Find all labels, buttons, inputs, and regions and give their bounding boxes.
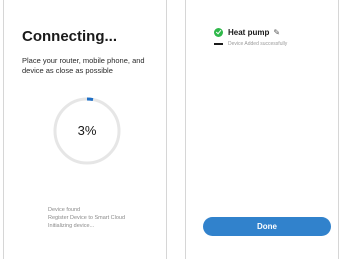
pencil-icon[interactable]: ✎ <box>273 28 280 37</box>
progress-ring: 3% <box>52 96 122 166</box>
dash-icon <box>214 43 223 45</box>
screenshot-root: Connecting... Place your router, mobile … <box>0 0 342 259</box>
device-row: Heat pump ✎ <box>214 28 280 37</box>
instruction-text: Place your router, mobile phone, and dev… <box>22 56 145 75</box>
step-device-found: Device found <box>48 207 81 213</box>
step-initializing: Initializing device... <box>48 223 95 229</box>
device-name: Heat pump <box>228 28 270 37</box>
device-status: Device Added successfully <box>228 41 288 47</box>
page-title: Connecting... <box>22 28 117 45</box>
done-screen: Heat pump ✎ Device Added successfully Do… <box>185 0 339 259</box>
done-button[interactable]: Done <box>203 217 331 236</box>
check-circle-icon <box>214 28 223 37</box>
connecting-screen: Connecting... Place your router, mobile … <box>3 0 167 259</box>
step-register-cloud: Register Device to Smart Cloud <box>48 215 126 221</box>
progress-percent: 3% <box>77 123 97 138</box>
steps-list: Device found Register Device to Smart Cl… <box>48 206 125 230</box>
device-status-row: Device Added successfully <box>214 41 287 47</box>
